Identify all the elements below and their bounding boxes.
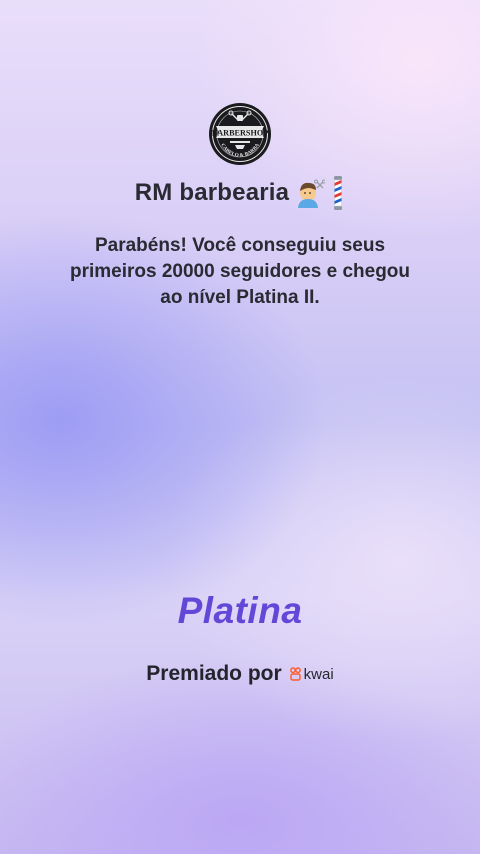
- message-line: primeiros 20000 seguidores e chegou: [69, 261, 411, 282]
- kwai-brand: kwai: [289, 665, 334, 683]
- barber-haircut-emoji-icon: [298, 179, 326, 208]
- kwai-logo-icon: [289, 667, 301, 681]
- barbershop-logo: BARBERSHOP CABELO & BARBA: [208, 102, 272, 166]
- kwai-brand-name: kwai: [303, 665, 334, 683]
- awarded-by-label: Premiado por: [146, 662, 282, 685]
- barber-pole-emoji-icon: [334, 176, 343, 210]
- congratulations-message: Parabéns! Você conseguiu seus primeiros …: [40, 233, 440, 311]
- barbershop-logo-icon: BARBERSHOP CABELO & BARBA: [209, 103, 271, 165]
- awarded-by-row: Premiado por kwai: [0, 662, 480, 686]
- message-line: Parabéns! Você conseguiu seus: [94, 235, 386, 256]
- message-line: ao nível Platina II.: [160, 287, 320, 308]
- svg-text:BARBERSHOP: BARBERSHOP: [212, 129, 268, 138]
- profile-title-row: RM barbearia: [0, 176, 480, 210]
- achievement-screen: BARBERSHOP CABELO & BARBA RM barbearia P…: [0, 0, 480, 854]
- level-name: Platina: [177, 590, 303, 631]
- profile-name: RM barbearia: [134, 179, 290, 206]
